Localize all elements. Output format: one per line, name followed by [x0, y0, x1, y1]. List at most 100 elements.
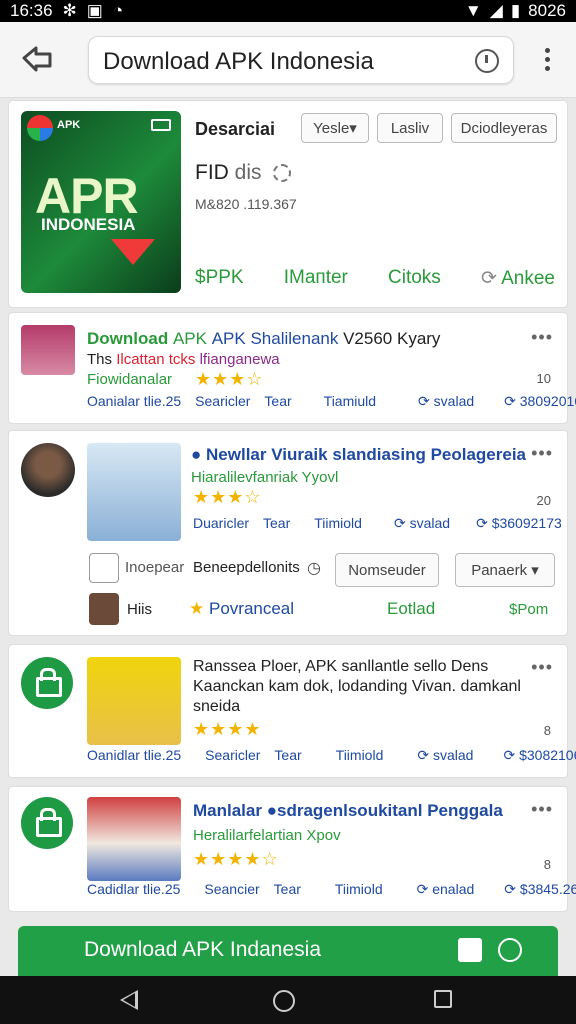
item-category: Fiowidanalar — [87, 371, 173, 388]
title-green-2: APK — [172, 329, 207, 348]
circle-check-icon — [498, 938, 522, 962]
item-count: 8 — [543, 857, 551, 872]
link-category[interactable]: Oanidlar tlie.25 — [87, 747, 181, 764]
back-arrow-icon[interactable] — [20, 44, 54, 74]
download-button-label: Download APK Indanesia — [84, 938, 321, 961]
action-ppk[interactable]: $PPK — [195, 267, 244, 290]
link-search[interactable]: Searicler — [195, 393, 250, 410]
link-svalad[interactable]: ⟳ svalad — [417, 747, 473, 764]
nav-back-icon[interactable] — [120, 990, 138, 1010]
overflow-menu-icon[interactable] — [542, 48, 552, 74]
system-nav-bar — [0, 976, 576, 1024]
more-options-icon[interactable]: ••• — [531, 327, 553, 348]
row3-price[interactable]: $Pom — [509, 601, 548, 618]
item-count: 20 — [536, 493, 551, 508]
link-tiimiold[interactable]: Tiimiold — [335, 881, 383, 898]
link-tiamiuld[interactable]: Tiamiuld — [324, 393, 376, 410]
filter-chip[interactable]: Lasliv — [377, 113, 443, 143]
link-id[interactable]: ⟳ $3845.266 — [504, 881, 576, 898]
gear-icon[interactable] — [273, 164, 292, 183]
fid-label: FID — [195, 161, 229, 184]
sort-select[interactable]: Yesle▾ — [301, 113, 369, 143]
list-item[interactable]: Download APK APK Shalilenank V2560 Kyary… — [8, 312, 576, 424]
nav-home-icon[interactable] — [273, 990, 295, 1012]
row3-link[interactable]: ★ Povranceal — [189, 599, 294, 619]
status-time: 16:36 — [10, 1, 53, 20]
link-category[interactable]: Cadidlar tlie.25 — [87, 881, 180, 898]
link-svalad[interactable]: ⟳ svalad — [418, 393, 474, 410]
link-tear[interactable]: Tear — [274, 747, 301, 764]
fid-suffix: dis — [234, 161, 262, 184]
flag-icon — [27, 115, 53, 141]
box-icon — [458, 938, 482, 962]
link-category[interactable]: Oanialar tlie.25 — [87, 393, 181, 410]
app-small-icon — [89, 553, 119, 583]
item-title: Manlalar ●sdragenlsoukitanl Penggala — [193, 801, 503, 821]
item-links: Duaricler Tear Tiimiold ⟳ svalad ⟳ $3609… — [193, 515, 562, 532]
select-2-label: Panaerk — [471, 561, 528, 579]
hero-meta: M&820 .119.367 — [195, 196, 297, 212]
rating-stars: ★★★☆ — [193, 487, 262, 507]
link-svalad[interactable]: ⟳ svalad — [394, 515, 450, 532]
link-id[interactable]: ⟳ $36092173 — [476, 515, 562, 532]
select-button-1[interactable]: Nomseuder — [335, 553, 439, 587]
link-id[interactable]: ⟳ $3082106 — [503, 747, 576, 764]
action-ankee-label: Ankee — [501, 268, 555, 289]
download-button[interactable]: Download APK Indanesia — [18, 926, 558, 976]
link-tiimiold[interactable]: Tiimiold — [336, 747, 384, 764]
list-item[interactable]: ● Newllar Viuraik slandiasing Peolagerei… — [8, 430, 568, 636]
info-icon[interactable] — [475, 49, 499, 73]
link-category[interactable]: Duaricler — [193, 515, 249, 532]
stop-icon: ▣ — [86, 1, 103, 20]
link-search[interactable]: Seancier — [204, 881, 259, 898]
link-id-label: $36092173 — [491, 515, 562, 531]
list-item[interactable]: Ranssea Ploer, APK sanllantle sello Dens… — [8, 644, 576, 778]
subtitle-red: Ilcattan — [116, 351, 165, 368]
item-links: Cadidlar tlie.25 Seancier Tear Tiimiold … — [87, 881, 576, 898]
app-banner-image[interactable]: APK APR INDONESIA — [21, 111, 181, 293]
link-search[interactable]: Searicler — [205, 747, 260, 764]
hero-card: APK APR INDONESIA Desarciai Yesle▾ Lasli… — [8, 100, 568, 308]
item-subtitle: Ths Ilcattan tcks lfianganewa — [87, 351, 280, 368]
person-icon: ● — [191, 445, 202, 464]
item-thumbnail — [87, 797, 181, 881]
action-manter[interactable]: IMaпter — [284, 267, 348, 290]
nav-recents-icon[interactable] — [434, 990, 452, 1008]
row-label: Inoepear — [125, 559, 185, 576]
battery-icon: ▮ — [510, 1, 521, 20]
hero-fid: FID dis — [195, 161, 292, 185]
subtitle-rest: tcks — [168, 351, 196, 368]
status-bar: 16:36 ✻ ▣ ◔ ▼ ◢ ▮ 8026 — [0, 0, 576, 22]
subtitle-text: Ths — [87, 351, 113, 368]
item-title: ● Newllar Viuraik slandiasing Peolagerei… — [191, 445, 526, 465]
flower-icon: ✻ — [62, 1, 77, 20]
link-tiimiold[interactable]: Tiimiold — [314, 515, 362, 532]
action-citoks[interactable]: Citoks — [388, 267, 441, 290]
url-bar[interactable]: Download APK Indonesia — [88, 36, 514, 84]
item-count: 8 — [543, 723, 551, 738]
more-options-icon[interactable]: ••• — [531, 799, 553, 820]
action-ankee[interactable]: ⟳ Ankee — [481, 267, 555, 290]
shopping-bag-icon[interactable] — [21, 657, 73, 709]
rating-stars: ★★★★ — [193, 719, 262, 739]
app-icon-avatar — [21, 325, 75, 375]
link-tear[interactable]: Tear — [264, 393, 291, 410]
hero-actions: $PPK IMaпter Citoks ⟳ Ankee — [195, 267, 555, 290]
more-options-icon[interactable]: ••• — [531, 657, 553, 678]
category-chip[interactable]: Dciodleyeras — [451, 113, 557, 143]
url-text: Download APK Indonesia — [103, 48, 374, 75]
small-avatar — [89, 593, 119, 625]
row3-action[interactable]: Eotlad — [387, 599, 435, 619]
link-enalad[interactable]: ⟳ enalad — [417, 881, 475, 898]
link-enalad-label: enalad — [432, 881, 475, 897]
link-tear[interactable]: Tear — [274, 881, 301, 898]
link-tear[interactable]: Tear — [263, 515, 290, 532]
list-item[interactable]: Manlalar ●sdragenlsoukitanl Penggala •••… — [8, 786, 576, 912]
item-count: 10 — [536, 371, 551, 386]
title-rest: APK Shalilenank — [211, 329, 339, 348]
link-id[interactable]: ⟳ 38092016 — [504, 393, 576, 410]
more-options-icon[interactable]: ••• — [531, 443, 553, 464]
shopping-bag-icon[interactable] — [21, 797, 73, 849]
select-button-2[interactable]: Panaerk ▾ — [455, 553, 555, 587]
clock-icon: ◷ — [307, 560, 321, 577]
